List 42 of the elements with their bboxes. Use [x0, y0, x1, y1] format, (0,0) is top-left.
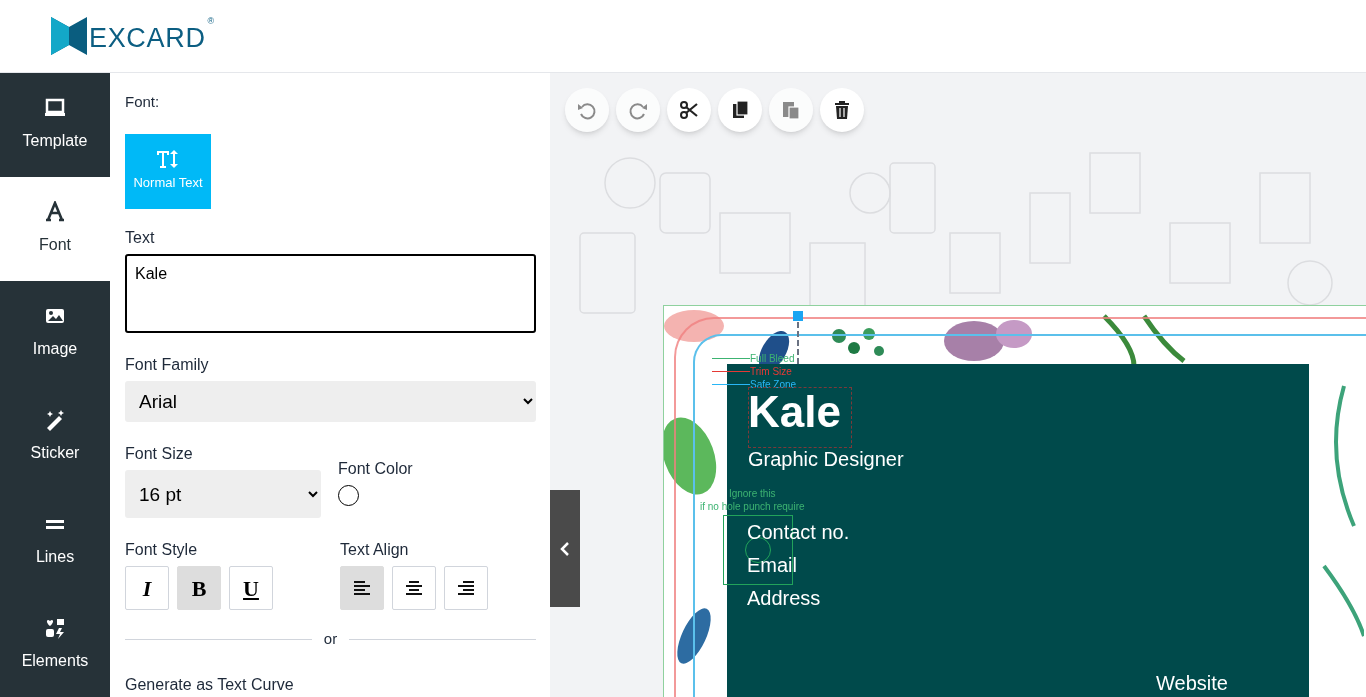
align-left-button[interactable]: [340, 566, 384, 611]
field-label: Font Color: [338, 459, 413, 480]
sidebar-tab[interactable]: Font: [0, 177, 110, 281]
card-detail[interactable]: Address: [747, 586, 850, 611]
text-size-icon: [156, 149, 180, 170]
selection-handle[interactable]: [793, 311, 803, 321]
field-label: Font Style: [125, 540, 199, 561]
field-label: Text: [125, 227, 156, 248]
card-detail[interactable]: Email: [747, 553, 850, 578]
monitor-icon: [44, 97, 66, 119]
scissors-icon: [678, 99, 700, 121]
font-family-dropdown[interactable]: Arial: [125, 380, 536, 423]
copy-button[interactable]: [718, 88, 762, 132]
align-right-button[interactable]: [444, 566, 488, 611]
bold-button[interactable]: B: [177, 566, 221, 611]
registered-mark: ®: [207, 17, 215, 26]
field-label: Generate as Text Curve: [125, 675, 295, 695]
paste-icon: [780, 99, 802, 121]
cut-button[interactable]: [667, 88, 711, 132]
collapse-panel-icon[interactable]: [560, 541, 570, 556]
shapes-icon: [44, 617, 66, 639]
delete-button[interactable]: [820, 88, 864, 132]
letter-icon: [44, 201, 66, 223]
card-job-title[interactable]: Graphic Designer: [748, 444, 904, 474]
align-center-button[interactable]: [392, 566, 436, 611]
card-website[interactable]: Website: [1156, 668, 1228, 697]
field-label: Font Size: [125, 444, 194, 465]
field-label: Text Align: [340, 540, 410, 561]
font-color-swatch[interactable]: [338, 485, 359, 507]
field-label: Font Family: [125, 354, 210, 375]
divider-text: or: [323, 629, 338, 650]
panel-heading: Font:: [125, 92, 161, 112]
underline-button[interactable]: U: [229, 566, 273, 611]
guide-label: Trim Size: [750, 366, 792, 377]
logo-icon: [51, 17, 87, 55]
font-size-dropdown[interactable]: 16 pt: [125, 470, 321, 519]
logo-text: EXCARD: [89, 25, 206, 52]
card-name[interactable]: Kale: [748, 390, 841, 434]
text-input-field[interactable]: Kale: [125, 253, 536, 333]
hole-punch-note: Ignore this: [728, 487, 776, 500]
italic-button[interactable]: I: [125, 566, 169, 611]
card-detail[interactable]: Contact no.: [747, 520, 850, 545]
